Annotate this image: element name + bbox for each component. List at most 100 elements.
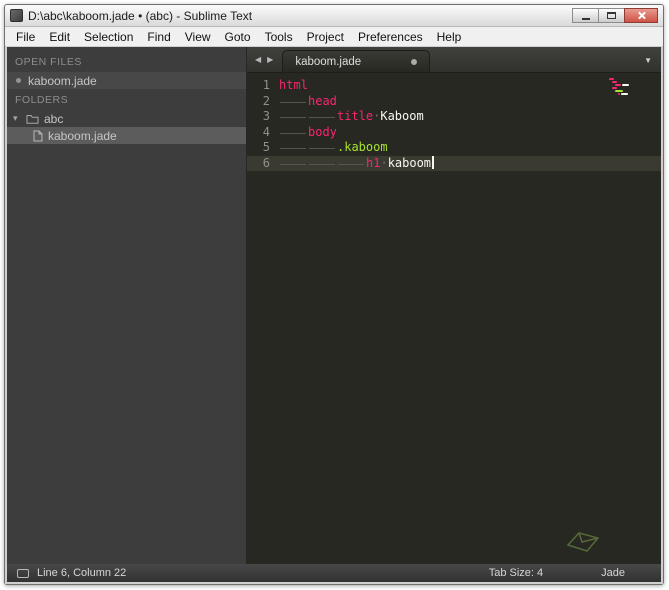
- tab-scroll-left-icon[interactable]: ◀: [252, 55, 264, 64]
- tab-size-selector[interactable]: Tab Size: 4: [489, 567, 543, 579]
- minimap[interactable]: [609, 78, 653, 95]
- line-text: head: [279, 94, 337, 110]
- sidebar-file-kaboom[interactable]: kaboom.jade: [7, 127, 246, 144]
- minimap-line: [609, 90, 653, 92]
- menu-bar: File Edit Selection Find View Goto Tools Projec…: [5, 27, 663, 47]
- menu-item-preferences[interactable]: Preferences: [351, 28, 430, 46]
- menu-item-find[interactable]: Find: [140, 28, 177, 46]
- open-files-header: OPEN FILES: [15, 56, 82, 68]
- code-line-3[interactable]: 3 title·Kaboom: [247, 109, 661, 125]
- code-token: html: [279, 78, 308, 92]
- code-line-5[interactable]: 5 .kaboom: [247, 140, 661, 156]
- tab-whitespace-icon: [337, 156, 366, 170]
- line-text: body: [279, 125, 337, 141]
- code-token: .kaboom: [337, 140, 388, 154]
- tab-whitespace-icon: [308, 156, 337, 170]
- line-number[interactable]: 3: [247, 109, 279, 125]
- line-number[interactable]: 1: [247, 78, 279, 94]
- text-cursor: [432, 155, 434, 169]
- minimap-mark: [621, 93, 629, 95]
- sublime-text-window: D:\abc\kaboom.jade • (abc) - Sublime Tex…: [4, 4, 664, 585]
- line-text: html: [279, 78, 308, 94]
- tab-scroll-right-icon[interactable]: ▶: [264, 55, 276, 64]
- minimap-mark: [615, 90, 624, 92]
- window-title: D:\abc\kaboom.jade • (abc) - Sublime Tex…: [28, 8, 253, 23]
- line-number[interactable]: 4: [247, 125, 279, 141]
- status-right-group: Tab Size: 4 Jade: [489, 567, 651, 579]
- tab-whitespace-icon: [279, 141, 308, 154]
- folder-item-abc[interactable]: ▾ abc: [7, 110, 246, 127]
- menu-item-selection[interactable]: Selection: [77, 28, 140, 46]
- code-token: head: [308, 93, 337, 108]
- tab-whitespace-icon: [308, 141, 337, 154]
- tab-whitespace-icon: [308, 110, 337, 123]
- window-controls: [572, 8, 658, 23]
- menu-item-goto[interactable]: Goto: [218, 28, 258, 46]
- code-token: title: [337, 109, 374, 123]
- tab-whitespace-icon: [279, 125, 308, 139]
- line-number[interactable]: 5: [247, 140, 279, 156]
- minimap-mark: [612, 87, 617, 89]
- minimap-line: [609, 87, 653, 89]
- tab-overflow-icon[interactable]: ▼: [644, 56, 652, 65]
- code-token: Kaboom: [380, 109, 424, 123]
- line-text: .kaboom: [279, 140, 388, 156]
- folder-label: abc: [44, 111, 64, 126]
- status-panel-icon[interactable]: [17, 568, 29, 578]
- code-token: h1: [366, 155, 381, 170]
- open-file-dot-icon: [16, 78, 21, 83]
- menu-item-edit[interactable]: Edit: [42, 28, 77, 46]
- main-area: OPEN FILES kaboom.jade FOLDERS ▾ abc kab…: [7, 47, 661, 564]
- sidebar: OPEN FILES kaboom.jade FOLDERS ▾ abc kab…: [7, 47, 247, 564]
- sidebar-file-label: kaboom.jade: [48, 128, 117, 143]
- maximize-button[interactable]: [598, 8, 625, 23]
- open-file-label: kaboom.jade: [28, 73, 97, 88]
- open-file-item[interactable]: kaboom.jade: [7, 72, 246, 89]
- minimap-line: [609, 81, 653, 83]
- tab-whitespace-icon: [279, 110, 308, 123]
- minimap-mark: [621, 84, 629, 86]
- minimap-mark: [609, 78, 614, 80]
- line-number[interactable]: 2: [247, 94, 279, 110]
- watermark-logo: [565, 529, 601, 558]
- minimap-line: [609, 84, 653, 86]
- menu-item-tools[interactable]: Tools: [258, 28, 300, 46]
- tab-kaboom-jade[interactable]: kaboom.jade: [282, 50, 431, 72]
- file-icon: [33, 130, 43, 142]
- close-button[interactable]: [624, 8, 658, 23]
- code-line-1[interactable]: 1 html: [247, 78, 661, 94]
- minimize-button[interactable]: [572, 8, 599, 23]
- window-frame: OPEN FILES kaboom.jade FOLDERS ▾ abc kab…: [5, 47, 663, 584]
- line-number[interactable]: 6: [247, 156, 279, 172]
- line-text: title·Kaboom: [279, 109, 424, 125]
- minimize-icon: [581, 17, 590, 20]
- code-token: kaboom: [387, 155, 432, 170]
- code-line-2[interactable]: 2 head: [247, 94, 661, 110]
- cursor-position-label: Line 6, Column 22: [37, 567, 127, 579]
- code-line-6[interactable]: 6 h1·kaboom: [247, 155, 661, 172]
- editor-pane: ◀ ▶ kaboom.jade ▼ 1 html 2 head 3 title·Kaboo…: [247, 47, 661, 564]
- line-text: h1·kaboom: [279, 155, 434, 172]
- menu-item-file[interactable]: File: [9, 28, 42, 46]
- folder-expanded-icon[interactable]: ▾: [13, 113, 22, 124]
- title-bar[interactable]: D:\abc\kaboom.jade • (abc) - Sublime Tex…: [5, 5, 663, 27]
- code-area[interactable]: 1 html 2 head 3 title·Kaboom 4 body 5 .kaboom 6 h1·…: [247, 73, 661, 564]
- tab-whitespace-icon: [279, 156, 308, 170]
- tab-whitespace-icon: [279, 94, 308, 108]
- menu-item-help[interactable]: Help: [430, 28, 469, 46]
- menu-item-view[interactable]: View: [178, 28, 218, 46]
- menu-item-project[interactable]: Project: [300, 28, 351, 46]
- code-line-4[interactable]: 4 body: [247, 125, 661, 141]
- folder-icon: [26, 113, 39, 124]
- minimap-line: [609, 93, 653, 95]
- folders-header: FOLDERS: [15, 94, 69, 106]
- tab-bar: ◀ ▶ kaboom.jade ▼: [247, 47, 661, 73]
- maximize-icon: [607, 12, 616, 19]
- tab-label: kaboom.jade: [295, 55, 362, 68]
- status-bar: Line 6, Column 22 Tab Size: 4 Jade: [7, 564, 661, 582]
- minimap-mark: [612, 81, 617, 83]
- code-token: body: [308, 124, 337, 139]
- minimap-line: [609, 78, 653, 80]
- syntax-selector[interactable]: Jade: [601, 567, 625, 579]
- app-icon: [10, 9, 23, 22]
